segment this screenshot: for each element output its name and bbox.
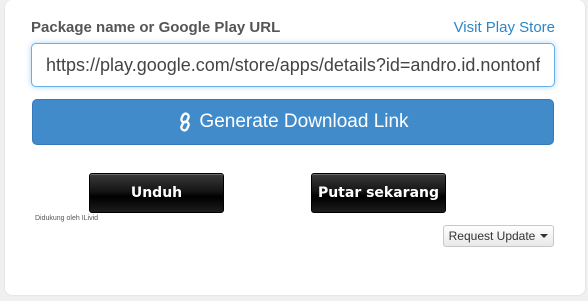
play-now-button[interactable]: Putar sekarang [311, 173, 446, 213]
support-text: Didukung oleh ILivid [35, 215, 99, 222]
caret-down-icon [540, 234, 549, 238]
download-button[interactable]: Unduh [89, 173, 224, 213]
url-input[interactable] [31, 43, 555, 87]
package-label: Package name or Google Play URL [31, 19, 281, 36]
request-update-label: Request Update [448, 229, 536, 243]
generate-label: Generate Download Link [199, 111, 409, 132]
visit-play-store-link[interactable]: Visit Play Store [454, 19, 555, 36]
request-update-button[interactable]: Request Update [443, 225, 554, 247]
link-icon [177, 112, 193, 132]
generate-download-link-button[interactable]: Generate Download Link [32, 99, 554, 145]
